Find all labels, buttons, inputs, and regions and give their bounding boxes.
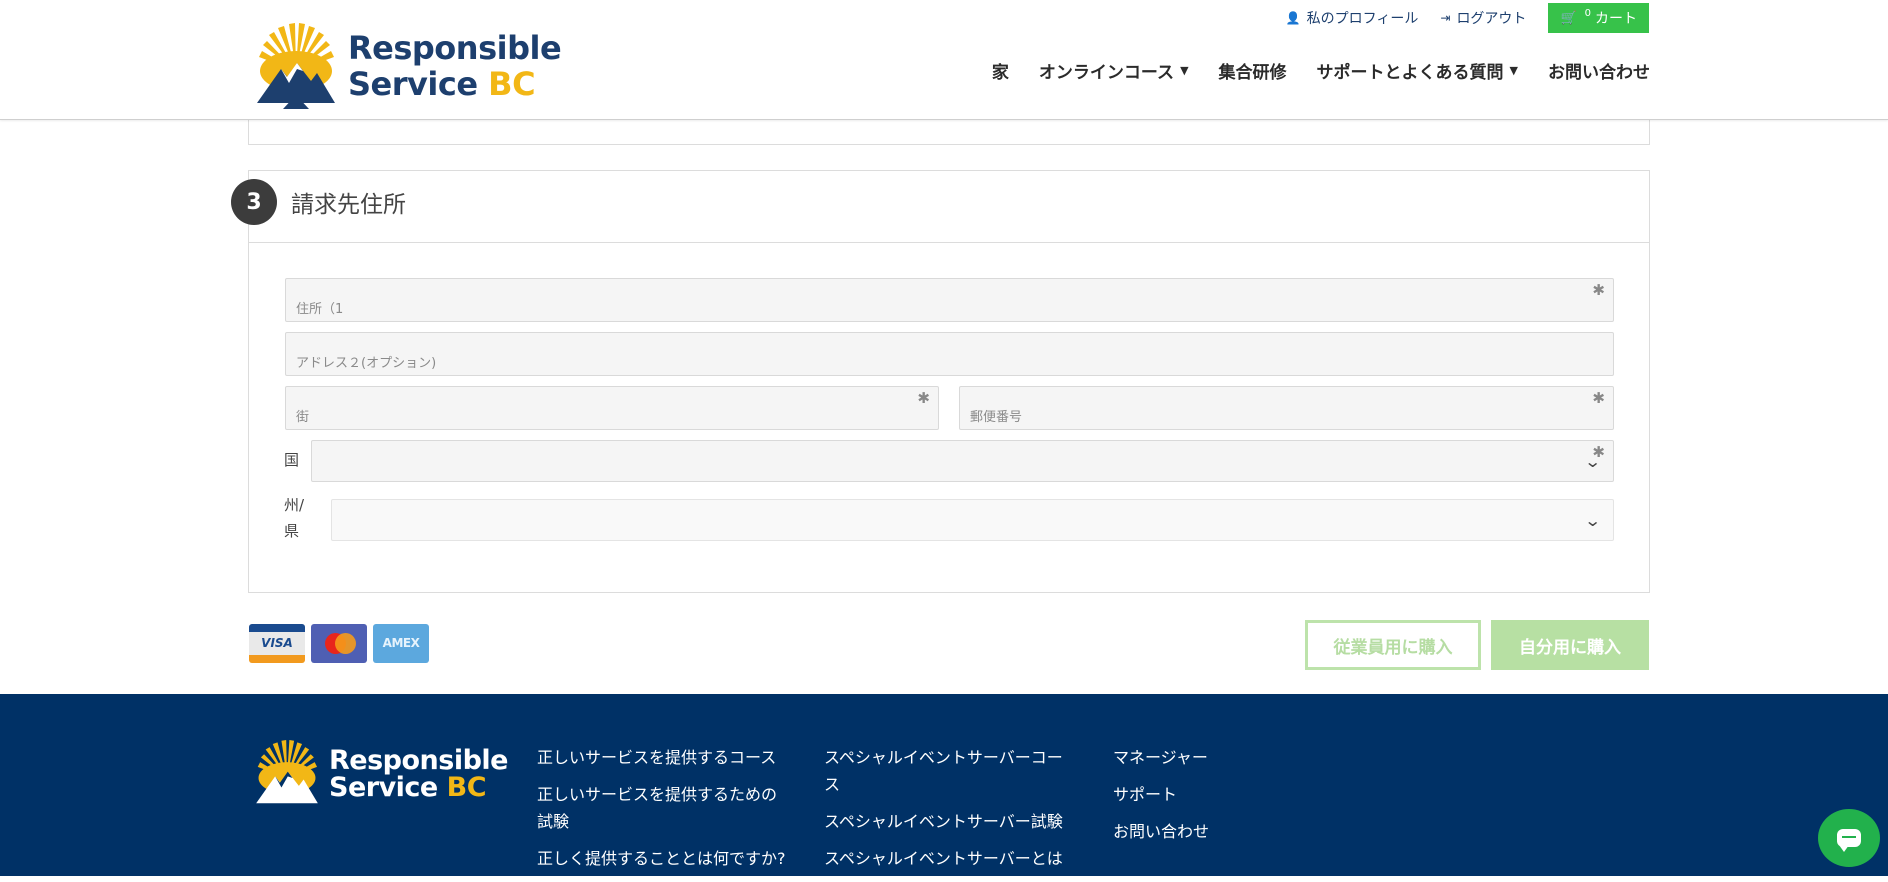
footer-link-ses-exam[interactable]: スペシャルイベントサーバー試験: [824, 808, 1074, 835]
mastercard-icon: [311, 624, 367, 663]
site-footer: Responsible Service BC 正しいサービスを提供するコース 正…: [0, 694, 1888, 876]
amex-card-text: AMEX: [382, 636, 420, 650]
buy-for-employees-button[interactable]: 従業員用に購入: [1305, 620, 1481, 670]
step-number-badge: 3: [231, 179, 277, 225]
footer-logo-line1: Responsible: [329, 745, 509, 776]
buy-for-self-button[interactable]: 自分用に購入: [1491, 620, 1649, 670]
logo-emblem-icon: [257, 23, 335, 109]
nav-item-contact[interactable]: お問い合わせ: [1548, 58, 1650, 83]
footer-logo[interactable]: Responsible Service BC: [253, 740, 509, 808]
footer-logo-line2: Service: [329, 772, 438, 803]
visa-card-icon: VISA: [249, 624, 305, 663]
chevron-down-icon: ⌄: [1583, 452, 1602, 471]
site-header: Responsible Service BC 👤 私のプロフィール ⇥ ログアウ…: [0, 0, 1888, 120]
accepted-cards: VISA AMEX: [249, 624, 435, 663]
nav-item-label: 集合研修: [1218, 63, 1287, 83]
billing-address-header: 3 請求先住所: [231, 171, 1649, 243]
logout-icon: ⇥: [1440, 11, 1451, 25]
logo-emblem-icon: [256, 740, 318, 804]
nav-item-support-faq[interactable]: サポートとよくある質問 ▼: [1317, 58, 1518, 83]
logo-line1: Responsible: [348, 29, 562, 67]
address1-field[interactable]: 住所（1 ✱: [285, 278, 1614, 322]
required-asterisk-icon: ✱: [917, 389, 930, 407]
footer-link-support[interactable]: サポート: [1113, 781, 1273, 808]
footer-link-ses-course[interactable]: スペシャルイベントサーバーコース: [824, 744, 1074, 798]
city-field[interactable]: 街 ✱: [285, 386, 939, 430]
site-logo[interactable]: Responsible Service BC: [253, 22, 563, 110]
billing-address-panel: 3 請求先住所 住所（1 ✱ アドレス２(オプション) 街 ✱ 郵便番号 ✱ 国…: [231, 170, 1650, 593]
logout-label: ログアウト: [1456, 11, 1527, 27]
logout-link[interactable]: ⇥ ログアウト: [1440, 8, 1526, 28]
required-asterisk-icon: ✱: [1592, 389, 1605, 407]
user-icon: 👤: [1285, 11, 1301, 25]
my-profile-label: 私のプロフィール: [1306, 11, 1419, 27]
nav-item-group-training[interactable]: 集合研修: [1219, 58, 1287, 83]
country-label: 国: [284, 451, 300, 469]
cart-button[interactable]: 🛒 0 カート: [1548, 3, 1649, 33]
logo-accent: BC: [488, 65, 536, 103]
top-utility-bar: 👤 私のプロフィール ⇥ ログアウト 🛒 0 カート: [1286, 3, 1649, 33]
billing-address-title: 請求先住所: [291, 192, 406, 218]
my-profile-link[interactable]: 👤 私のプロフィール: [1286, 8, 1419, 28]
footer-link-rsbc-exam[interactable]: 正しいサービスを提供するための試験: [537, 781, 787, 835]
address2-field[interactable]: アドレス２(オプション): [285, 332, 1614, 376]
address1-placeholder: 住所（1: [296, 302, 344, 317]
footer-col-ses: スペシャルイベントサーバーコース スペシャルイベントサーバー試験 スペシャルイベ…: [824, 744, 1074, 882]
state-select[interactable]: ⌄: [331, 499, 1614, 541]
nav-item-label: オンラインコース: [1038, 63, 1175, 83]
city-placeholder: 街: [296, 410, 310, 425]
caret-down-icon: ▼: [1180, 64, 1189, 77]
required-asterisk-icon: ✱: [1592, 281, 1605, 299]
footer-col-rsbc: 正しいサービスを提供するコース 正しいサービスを提供するための試験 正しく提供す…: [537, 744, 797, 882]
nav-item-home[interactable]: 家: [992, 58, 1009, 83]
logo-line2: Service: [348, 65, 478, 103]
amex-card-icon: AMEX: [373, 624, 429, 663]
footer-col-info: マネージャー サポート お問い合わせ: [1113, 744, 1273, 855]
state-label: 州/県: [284, 496, 305, 540]
chevron-down-icon: ⌄: [1583, 511, 1602, 530]
footer-link-what-is-ses[interactable]: スペシャルイベントサーバーとは: [824, 845, 1074, 872]
postal-code-field[interactable]: 郵便番号 ✱: [959, 386, 1614, 430]
nav-item-label: お問い合わせ: [1548, 63, 1650, 83]
nav-item-online-courses[interactable]: オンラインコース ▼: [1039, 58, 1189, 83]
chat-widget-button[interactable]: [1818, 809, 1880, 867]
footer-link-contact[interactable]: お問い合わせ: [1113, 818, 1273, 845]
footer-link-what-is-rsbc[interactable]: 正しく提供することとは何ですか?: [537, 845, 797, 872]
caret-down-icon: ▼: [1509, 64, 1518, 77]
postal-code-placeholder: 郵便番号: [970, 410, 1023, 425]
chat-bubble-icon: [1837, 829, 1861, 852]
address2-placeholder: アドレス２(オプション): [296, 356, 437, 371]
footer-logo-accent: BC: [446, 772, 487, 803]
cart-label: カート: [1595, 11, 1637, 27]
main-nav: 家 オンラインコース ▼ 集合研修 サポートとよくある質問 ▼ お問い合わせ: [962, 58, 1650, 83]
nav-item-label: 家: [991, 63, 1009, 83]
cart-icon: 🛒: [1560, 10, 1577, 26]
footer-link-manager[interactable]: マネージャー: [1113, 744, 1273, 771]
nav-item-label: サポートとよくある質問: [1316, 63, 1504, 83]
country-select[interactable]: ✱ ⌄: [311, 440, 1614, 482]
cart-count: 0: [1584, 7, 1591, 19]
visa-card-text: VISA: [261, 636, 293, 650]
footer-link-rsbc-course[interactable]: 正しいサービスを提供するコース: [537, 744, 797, 771]
